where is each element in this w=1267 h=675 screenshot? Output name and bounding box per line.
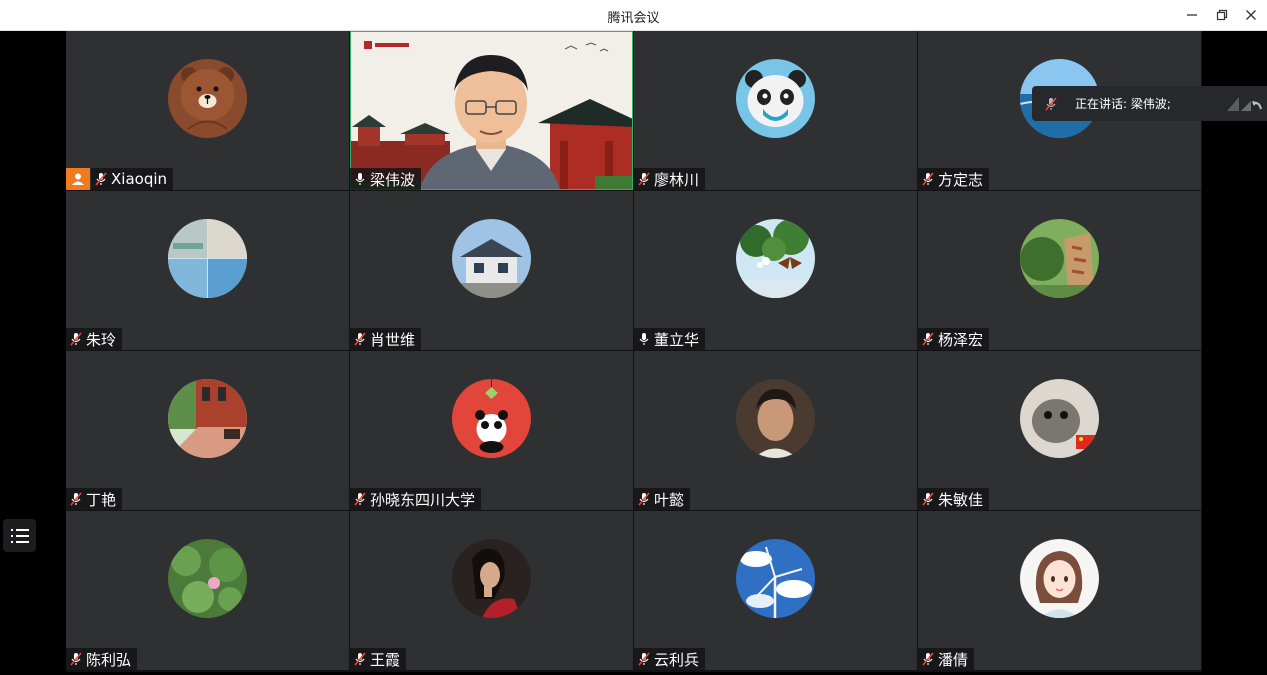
name-tag: 杨泽宏 <box>918 328 990 350</box>
participant-name: 朱玲 <box>86 330 117 349</box>
participant-tile[interactable]: 朱玲 <box>66 191 349 350</box>
participant-tile[interactable]: 陈利弘 <box>66 511 349 670</box>
mic-muted-icon <box>636 491 652 507</box>
participant-name: 肖世维 <box>370 330 416 349</box>
restore-button[interactable] <box>1208 4 1236 26</box>
participant-tile[interactable]: 孙晓东四川大学 <box>350 351 633 510</box>
participant-name: 潘倩 <box>938 650 969 669</box>
participant-tile[interactable]: 朱敏佳 <box>918 351 1201 510</box>
avatar <box>736 539 815 618</box>
participant-tile[interactable]: 杨泽宏 <box>918 191 1201 350</box>
participant-name: 廖林川 <box>654 170 700 189</box>
participant-name: 梁伟波 <box>370 170 416 189</box>
collapse-arrows-icon <box>1227 96 1262 111</box>
avatar <box>168 59 247 138</box>
avatar <box>452 219 531 298</box>
participant-tile[interactable]: 王霞 <box>350 511 633 670</box>
participant-tile[interactable]: 肖世维 <box>350 191 633 350</box>
name-tag: 叶懿 <box>634 488 691 510</box>
participant-tile[interactable]: 廖林川 <box>634 31 917 190</box>
mic-muted-icon <box>68 331 84 347</box>
avatar <box>736 219 815 298</box>
participant-tile[interactable]: 云利兵 <box>634 511 917 670</box>
mic-muted-icon <box>636 651 652 667</box>
mic-muted-icon <box>352 491 368 507</box>
avatar <box>736 379 815 458</box>
participant-tile-active-speaker[interactable]: 梁伟波 <box>350 31 633 190</box>
mic-on-icon <box>636 331 652 347</box>
participant-tile[interactable]: Xiaoqin <box>66 31 349 190</box>
name-tag: 廖林川 <box>634 168 706 190</box>
participant-name: Xiaoqin <box>111 170 168 188</box>
window-title: 腾讯会议 <box>607 11 660 26</box>
close-button[interactable] <box>1237 4 1265 26</box>
name-tag: 云利兵 <box>634 648 706 670</box>
name-tag: 朱玲 <box>66 328 123 350</box>
name-tag: 肖世维 <box>350 328 422 350</box>
collapse-panel-button[interactable] <box>1223 93 1263 115</box>
participant-name: 孙晓东四川大学 <box>370 490 476 509</box>
mic-muted-icon <box>68 491 84 507</box>
mic-muted-icon <box>920 171 936 187</box>
participant-name: 董立华 <box>654 330 700 349</box>
window-titlebar: 腾讯会议 <box>0 0 1267 31</box>
participant-name: 叶懿 <box>654 490 685 509</box>
avatar <box>168 539 247 618</box>
name-tag: 陈利弘 <box>66 648 138 670</box>
name-tag: 朱敏佳 <box>918 488 990 510</box>
name-tag: 王霞 <box>350 648 407 670</box>
participant-tile[interactable]: 董立华 <box>634 191 917 350</box>
member-list-button[interactable] <box>3 519 36 552</box>
name-tag: 梁伟波 <box>350 168 422 190</box>
name-tag: Xiaoqin <box>91 168 174 190</box>
participant-name: 王霞 <box>370 650 401 669</box>
meeting-stage: Xiaoqin 梁伟波 廖林川 方定志 朱玲 肖世维 董立华 杨泽宏 丁艳 孙晓… <box>0 31 1267 675</box>
mic-muted-icon <box>636 171 652 187</box>
participant-grid: Xiaoqin 梁伟波 廖林川 方定志 朱玲 肖世维 董立华 杨泽宏 丁艳 孙晓… <box>66 31 1202 672</box>
avatar <box>452 539 531 618</box>
avatar <box>168 219 247 298</box>
participant-tile[interactable]: 叶懿 <box>634 351 917 510</box>
mic-muted-icon <box>352 651 368 667</box>
avatar <box>168 379 247 458</box>
video-feed <box>350 31 633 190</box>
name-tag: 孙晓东四川大学 <box>350 488 482 510</box>
name-tag: 潘倩 <box>918 648 975 670</box>
close-icon <box>1246 10 1256 20</box>
mic-muted-icon <box>352 331 368 347</box>
mic-muted-icon <box>920 491 936 507</box>
mic-muted-icon <box>1041 96 1061 111</box>
mic-muted-icon <box>93 171 109 187</box>
mic-on-icon <box>352 171 368 187</box>
avatar <box>1020 539 1099 618</box>
mic-muted-icon <box>920 651 936 667</box>
avatar <box>736 59 815 138</box>
active-speaker-indicator: 正在讲话: 梁伟波; <box>1032 86 1267 121</box>
name-tag: 丁艳 <box>66 488 123 510</box>
speaking-label: 正在讲话: 梁伟波; <box>1075 97 1171 111</box>
avatar <box>1020 219 1099 298</box>
participant-name: 陈利弘 <box>86 650 132 669</box>
name-tag: 董立华 <box>634 328 706 350</box>
mic-muted-icon <box>68 651 84 667</box>
name-tag: 方定志 <box>918 168 990 190</box>
avatar <box>1020 379 1099 458</box>
participant-name: 丁艳 <box>86 490 117 509</box>
avatar <box>452 379 531 458</box>
participant-name: 云利兵 <box>654 650 700 669</box>
minimize-button[interactable] <box>1178 4 1206 26</box>
minimize-icon <box>1187 14 1197 16</box>
participant-name: 朱敏佳 <box>938 490 984 509</box>
restore-icon <box>1216 9 1228 21</box>
host-badge <box>66 168 90 190</box>
participant-name: 方定志 <box>938 170 984 189</box>
participant-name: 杨泽宏 <box>938 330 984 349</box>
list-icon <box>10 528 29 543</box>
user-icon <box>72 173 84 185</box>
participant-tile[interactable]: 潘倩 <box>918 511 1201 670</box>
mic-muted-icon <box>920 331 936 347</box>
participant-tile[interactable]: 丁艳 <box>66 351 349 510</box>
